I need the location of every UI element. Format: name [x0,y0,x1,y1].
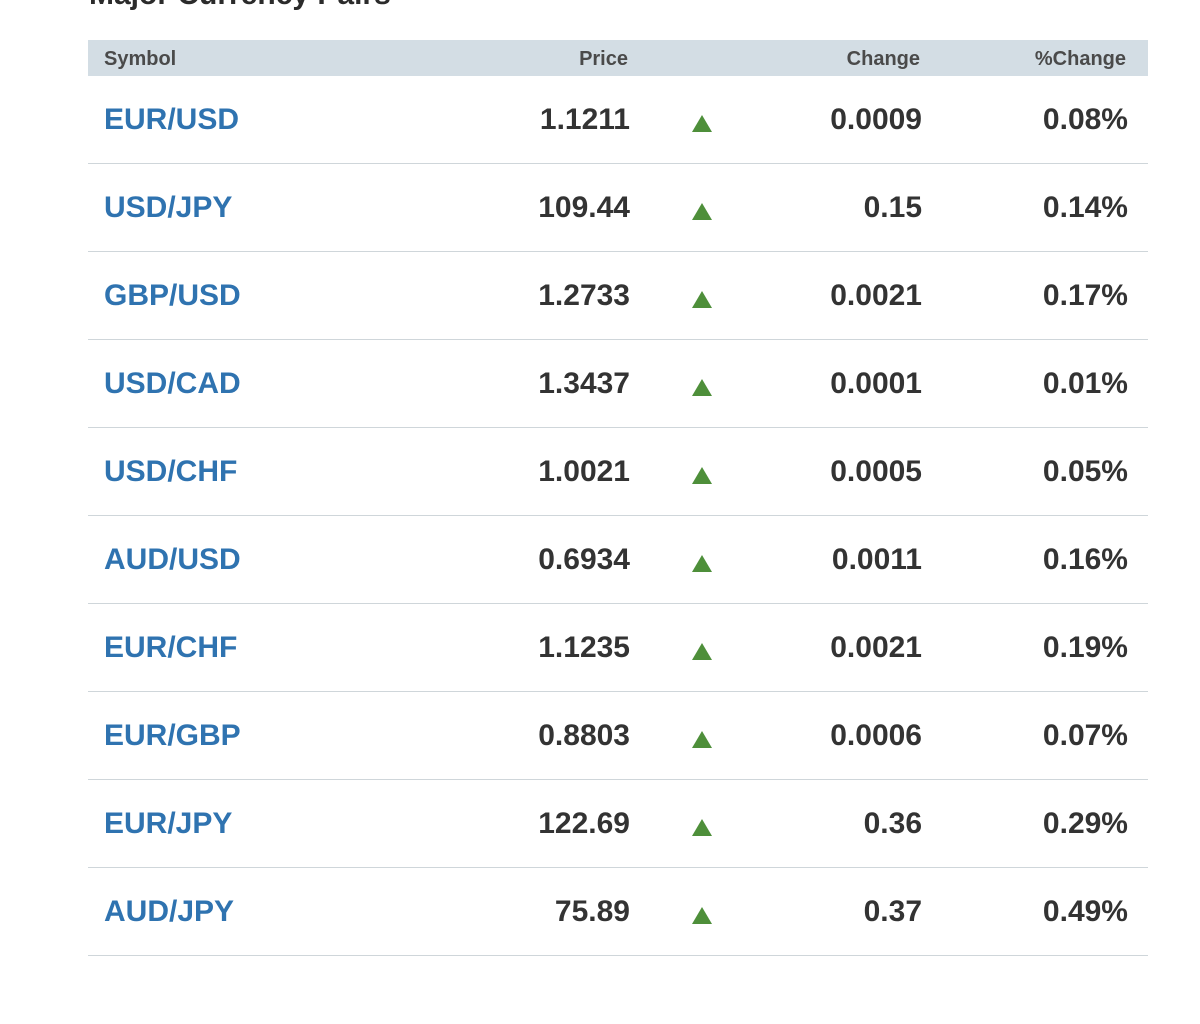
pct-change-value: 0.16% [1042,543,1128,576]
symbol-link[interactable]: USD/CAD [104,340,241,427]
table-row: USD/JPY 109.44 0.15 0.14% [88,164,1148,252]
up-triangle-icon [692,643,712,660]
pct-change-value: 0.14% [1042,191,1128,224]
currency-pairs-table: Symbol Price Change %Change EUR/USD 1.12… [88,40,1148,956]
price-value: 1.1235 [538,631,630,664]
symbol-link[interactable]: GBP/USD [104,252,241,339]
symbol-link[interactable]: AUD/USD [104,516,241,603]
up-triangle-icon [692,819,712,836]
change-value: 0.0001 [830,367,922,400]
symbol-link[interactable]: EUR/JPY [104,780,232,867]
table-row: AUD/JPY 75.89 0.37 0.49% [88,868,1148,956]
price-value: 1.3437 [538,367,630,400]
price-value: 0.6934 [538,543,630,576]
change-value: 0.0011 [831,543,922,576]
table-row: EUR/JPY 122.69 0.36 0.29% [88,780,1148,868]
price-value: 109.44 [538,191,630,224]
up-triangle-icon [692,907,712,924]
table-row: USD/CHF 1.0021 0.0005 0.05% [88,428,1148,516]
page: Major Currency Pairs Symbol Price Change… [0,0,1200,1024]
header-pct-change[interactable]: %Change [1035,40,1126,76]
price-value: 1.2733 [538,279,630,312]
pct-change-value: 0.01% [1042,367,1128,400]
table-row: EUR/GBP 0.8803 0.0006 0.07% [88,692,1148,780]
up-triangle-icon [692,731,712,748]
table-row: GBP/USD 1.2733 0.0021 0.17% [88,252,1148,340]
pct-change-value: 0.07% [1042,719,1128,752]
change-value: 0.15 [863,191,922,224]
table-header: Symbol Price Change %Change [88,40,1148,76]
up-triangle-icon [692,379,712,396]
price-value: 0.8803 [538,719,630,752]
change-value: 0.0021 [830,631,922,664]
pct-change-value: 0.19% [1042,631,1128,664]
symbol-link[interactable]: USD/CHF [104,428,237,515]
symbol-link[interactable]: AUD/JPY [104,868,234,955]
pct-change-value: 0.29% [1042,807,1128,840]
up-triangle-icon [692,467,712,484]
up-triangle-icon [692,115,712,132]
pct-change-value: 0.17% [1042,279,1128,312]
change-value: 0.0005 [830,455,922,488]
symbol-link[interactable]: EUR/USD [104,76,239,163]
table-row: EUR/CHF 1.1235 0.0021 0.19% [88,604,1148,692]
section-title: Major Currency Pairs [89,0,391,12]
price-value: 122.69 [538,807,630,840]
symbol-link[interactable]: EUR/CHF [104,604,237,691]
symbol-link[interactable]: EUR/GBP [104,692,241,779]
up-triangle-icon [692,291,712,308]
symbol-link[interactable]: USD/JPY [104,164,232,251]
change-value: 0.37 [863,895,922,928]
pct-change-value: 0.49% [1042,895,1128,928]
pct-change-value: 0.05% [1042,455,1128,488]
header-price[interactable]: Price [579,40,628,76]
price-value: 75.89 [554,895,630,928]
price-value: 1.0021 [538,455,630,488]
change-value: 0.0021 [830,279,922,312]
price-value: 1.1211 [539,103,630,136]
header-change[interactable]: Change [847,40,920,76]
header-symbol[interactable]: Symbol [104,40,176,76]
change-value: 0.36 [863,807,922,840]
change-value: 0.0009 [830,103,922,136]
up-triangle-icon [692,555,712,572]
change-value: 0.0006 [830,719,922,752]
pct-change-value: 0.08% [1042,103,1128,136]
up-triangle-icon [692,203,712,220]
table-row: AUD/USD 0.6934 0.0011 0.16% [88,516,1148,604]
table-row: EUR/USD 1.1211 0.0009 0.08% [88,76,1148,164]
table-row: USD/CAD 1.3437 0.0001 0.01% [88,340,1148,428]
